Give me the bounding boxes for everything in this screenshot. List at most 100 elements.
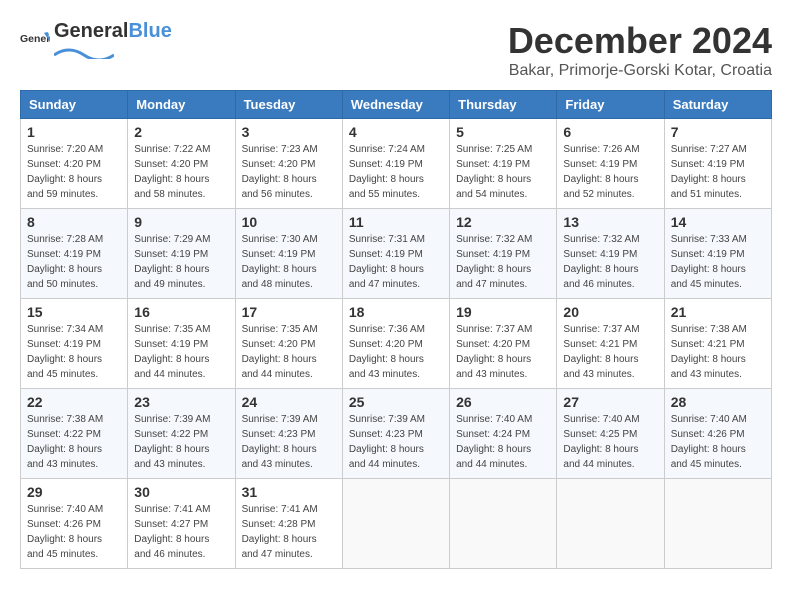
calendar-cell: 10 Sunrise: 7:30 AMSunset: 4:19 PMDayligh… bbox=[235, 209, 342, 299]
calendar-cell: 21Sunrise: 7:38 AMSunset: 4:21 PMDayligh… bbox=[664, 299, 771, 389]
calendar-cell: 28Sunrise: 7:40 AMSunset: 4:26 PMDayligh… bbox=[664, 389, 771, 479]
calendar-week-5: 29 Sunrise: 7:40 AMSunset: 4:26 PMDayligh… bbox=[21, 479, 772, 569]
calendar-cell: 14Sunrise: 7:33 AMSunset: 4:19 PMDayligh… bbox=[664, 209, 771, 299]
day-number: 7 bbox=[671, 124, 765, 140]
day-info: Sunrise: 7:27 AMSunset: 4:19 PMDaylight:… bbox=[671, 142, 765, 202]
day-number: 1 bbox=[27, 124, 121, 140]
day-info: Sunrise: 7:32 AMSunset: 4:19 PMDaylight:… bbox=[563, 232, 657, 292]
day-number: 13 bbox=[563, 214, 657, 230]
day-info: Sunrise: 7:40 AMSunset: 4:24 PMDaylight:… bbox=[456, 412, 550, 472]
day-number: 11 bbox=[349, 214, 443, 230]
day-number: 28 bbox=[671, 394, 765, 410]
day-info: Sunrise: 7:23 AMSunset: 4:20 PMDaylight:… bbox=[242, 142, 336, 202]
day-info: Sunrise: 7:35 AMSunset: 4:19 PMDaylight:… bbox=[134, 322, 228, 382]
day-info: Sunrise: 7:39 AMSunset: 4:22 PMDaylight:… bbox=[134, 412, 228, 472]
day-number: 4 bbox=[349, 124, 443, 140]
day-info: Sunrise: 7:26 AMSunset: 4:19 PMDaylight:… bbox=[563, 142, 657, 202]
day-info: Sunrise: 7:22 AMSunset: 4:20 PMDaylight:… bbox=[134, 142, 228, 202]
calendar-week-2: 8Sunrise: 7:28 AMSunset: 4:19 PMDaylight… bbox=[21, 209, 772, 299]
calendar-cell: 27 Sunrise: 7:40 AMSunset: 4:25 PMDayligh… bbox=[557, 389, 664, 479]
calendar-cell: 22 Sunrise: 7:38 AMSunset: 4:22 PMDayligh… bbox=[21, 389, 128, 479]
day-number: 5 bbox=[456, 124, 550, 140]
calendar-cell: 18Sunrise: 7:36 AMSunset: 4:20 PMDayligh… bbox=[342, 299, 449, 389]
calendar-cell bbox=[557, 479, 664, 569]
calendar-cell: 5 Sunrise: 7:25 AMSunset: 4:19 PMDaylight… bbox=[450, 119, 557, 209]
month-title: December 2024 bbox=[508, 20, 772, 62]
calendar-cell: 19 Sunrise: 7:37 AMSunset: 4:20 PMDayligh… bbox=[450, 299, 557, 389]
calendar-cell: 31Sunrise: 7:41 AMSunset: 4:28 PMDayligh… bbox=[235, 479, 342, 569]
day-number: 6 bbox=[563, 124, 657, 140]
day-header-wednesday: Wednesday bbox=[342, 91, 449, 119]
day-info: Sunrise: 7:40 AMSunset: 4:26 PMDaylight:… bbox=[27, 502, 121, 562]
day-header-thursday: Thursday bbox=[450, 91, 557, 119]
day-number: 16 bbox=[134, 304, 228, 320]
day-number: 27 bbox=[563, 394, 657, 410]
calendar-cell: 26Sunrise: 7:40 AMSunset: 4:24 PMDayligh… bbox=[450, 389, 557, 479]
calendar-cell: 12Sunrise: 7:32 AMSunset: 4:19 PMDayligh… bbox=[450, 209, 557, 299]
calendar-cell: 20Sunrise: 7:37 AMSunset: 4:21 PMDayligh… bbox=[557, 299, 664, 389]
calendar-week-1: 1Sunrise: 7:20 AMSunset: 4:20 PMDaylight… bbox=[21, 119, 772, 209]
location-title: Bakar, Primorje-Gorski Kotar, Croatia bbox=[508, 62, 772, 80]
calendar-week-3: 15 Sunrise: 7:34 AMSunset: 4:19 PMDayligh… bbox=[21, 299, 772, 389]
day-info: Sunrise: 7:34 AMSunset: 4:19 PMDaylight:… bbox=[27, 322, 121, 382]
day-info: Sunrise: 7:31 AMSunset: 4:19 PMDaylight:… bbox=[349, 232, 443, 292]
day-info: Sunrise: 7:41 AMSunset: 4:27 PMDaylight:… bbox=[134, 502, 228, 562]
calendar-cell: 16 Sunrise: 7:35 AMSunset: 4:19 PMDayligh… bbox=[128, 299, 235, 389]
calendar-cell: 9 Sunrise: 7:29 AMSunset: 4:19 PMDaylight… bbox=[128, 209, 235, 299]
day-number: 25 bbox=[349, 394, 443, 410]
day-info: Sunrise: 7:37 AMSunset: 4:20 PMDaylight:… bbox=[456, 322, 550, 382]
calendar-cell: 15 Sunrise: 7:34 AMSunset: 4:19 PMDayligh… bbox=[21, 299, 128, 389]
title-area: December 2024 Bakar, Primorje-Gorski Kot… bbox=[508, 20, 772, 80]
day-info: Sunrise: 7:29 AMSunset: 4:19 PMDaylight:… bbox=[134, 232, 228, 292]
day-number: 8 bbox=[27, 214, 121, 230]
logo: General GeneralBlue bbox=[20, 20, 172, 64]
day-number: 19 bbox=[456, 304, 550, 320]
day-number: 23 bbox=[134, 394, 228, 410]
calendar-cell: 13 Sunrise: 7:32 AMSunset: 4:19 PMDayligh… bbox=[557, 209, 664, 299]
calendar-cell: 7 Sunrise: 7:27 AMSunset: 4:19 PMDaylight… bbox=[664, 119, 771, 209]
day-number: 15 bbox=[27, 304, 121, 320]
day-info: Sunrise: 7:39 AMSunset: 4:23 PMDaylight:… bbox=[242, 412, 336, 472]
day-info: Sunrise: 7:33 AMSunset: 4:19 PMDaylight:… bbox=[671, 232, 765, 292]
day-number: 22 bbox=[27, 394, 121, 410]
day-number: 17 bbox=[242, 304, 336, 320]
day-header-friday: Friday bbox=[557, 91, 664, 119]
day-number: 24 bbox=[242, 394, 336, 410]
day-info: Sunrise: 7:40 AMSunset: 4:25 PMDaylight:… bbox=[563, 412, 657, 472]
day-info: Sunrise: 7:24 AMSunset: 4:19 PMDaylight:… bbox=[349, 142, 443, 202]
day-number: 29 bbox=[27, 484, 121, 500]
day-number: 2 bbox=[134, 124, 228, 140]
calendar-header-row: SundayMondayTuesdayWednesdayThursdayFrid… bbox=[21, 91, 772, 119]
day-info: Sunrise: 7:35 AMSunset: 4:20 PMDaylight:… bbox=[242, 322, 336, 382]
calendar-cell: 8Sunrise: 7:28 AMSunset: 4:19 PMDaylight… bbox=[21, 209, 128, 299]
day-info: Sunrise: 7:30 AMSunset: 4:19 PMDaylight:… bbox=[242, 232, 336, 292]
logo-general: General bbox=[54, 20, 128, 43]
calendar-week-4: 22 Sunrise: 7:38 AMSunset: 4:22 PMDayligh… bbox=[21, 389, 772, 479]
day-header-sunday: Sunday bbox=[21, 91, 128, 119]
calendar-table: SundayMondayTuesdayWednesdayThursdayFrid… bbox=[20, 90, 772, 569]
calendar-cell: 3Sunrise: 7:23 AMSunset: 4:20 PMDaylight… bbox=[235, 119, 342, 209]
calendar-cell: 2 Sunrise: 7:22 AMSunset: 4:20 PMDaylight… bbox=[128, 119, 235, 209]
day-info: Sunrise: 7:36 AMSunset: 4:20 PMDaylight:… bbox=[349, 322, 443, 382]
day-header-saturday: Saturday bbox=[664, 91, 771, 119]
logo-wave bbox=[54, 43, 114, 59]
day-header-monday: Monday bbox=[128, 91, 235, 119]
page-header: General GeneralBlue December 2024 Bakar,… bbox=[20, 20, 772, 80]
calendar-cell: 11 Sunrise: 7:31 AMSunset: 4:19 PMDayligh… bbox=[342, 209, 449, 299]
logo-icon: General bbox=[20, 27, 50, 57]
day-info: Sunrise: 7:25 AMSunset: 4:19 PMDaylight:… bbox=[456, 142, 550, 202]
day-number: 10 bbox=[242, 214, 336, 230]
calendar-cell: 6 Sunrise: 7:26 AMSunset: 4:19 PMDaylight… bbox=[557, 119, 664, 209]
day-number: 21 bbox=[671, 304, 765, 320]
calendar-cell bbox=[450, 479, 557, 569]
day-number: 9 bbox=[134, 214, 228, 230]
calendar-cell: 29 Sunrise: 7:40 AMSunset: 4:26 PMDayligh… bbox=[21, 479, 128, 569]
logo-blue: Blue bbox=[128, 20, 171, 43]
calendar-cell: 17 Sunrise: 7:35 AMSunset: 4:20 PMDayligh… bbox=[235, 299, 342, 389]
calendar-cell: 25Sunrise: 7:39 AMSunset: 4:23 PMDayligh… bbox=[342, 389, 449, 479]
day-info: Sunrise: 7:37 AMSunset: 4:21 PMDaylight:… bbox=[563, 322, 657, 382]
calendar-cell: 24 Sunrise: 7:39 AMSunset: 4:23 PMDayligh… bbox=[235, 389, 342, 479]
day-info: Sunrise: 7:32 AMSunset: 4:19 PMDaylight:… bbox=[456, 232, 550, 292]
day-info: Sunrise: 7:38 AMSunset: 4:22 PMDaylight:… bbox=[27, 412, 121, 472]
day-number: 30 bbox=[134, 484, 228, 500]
